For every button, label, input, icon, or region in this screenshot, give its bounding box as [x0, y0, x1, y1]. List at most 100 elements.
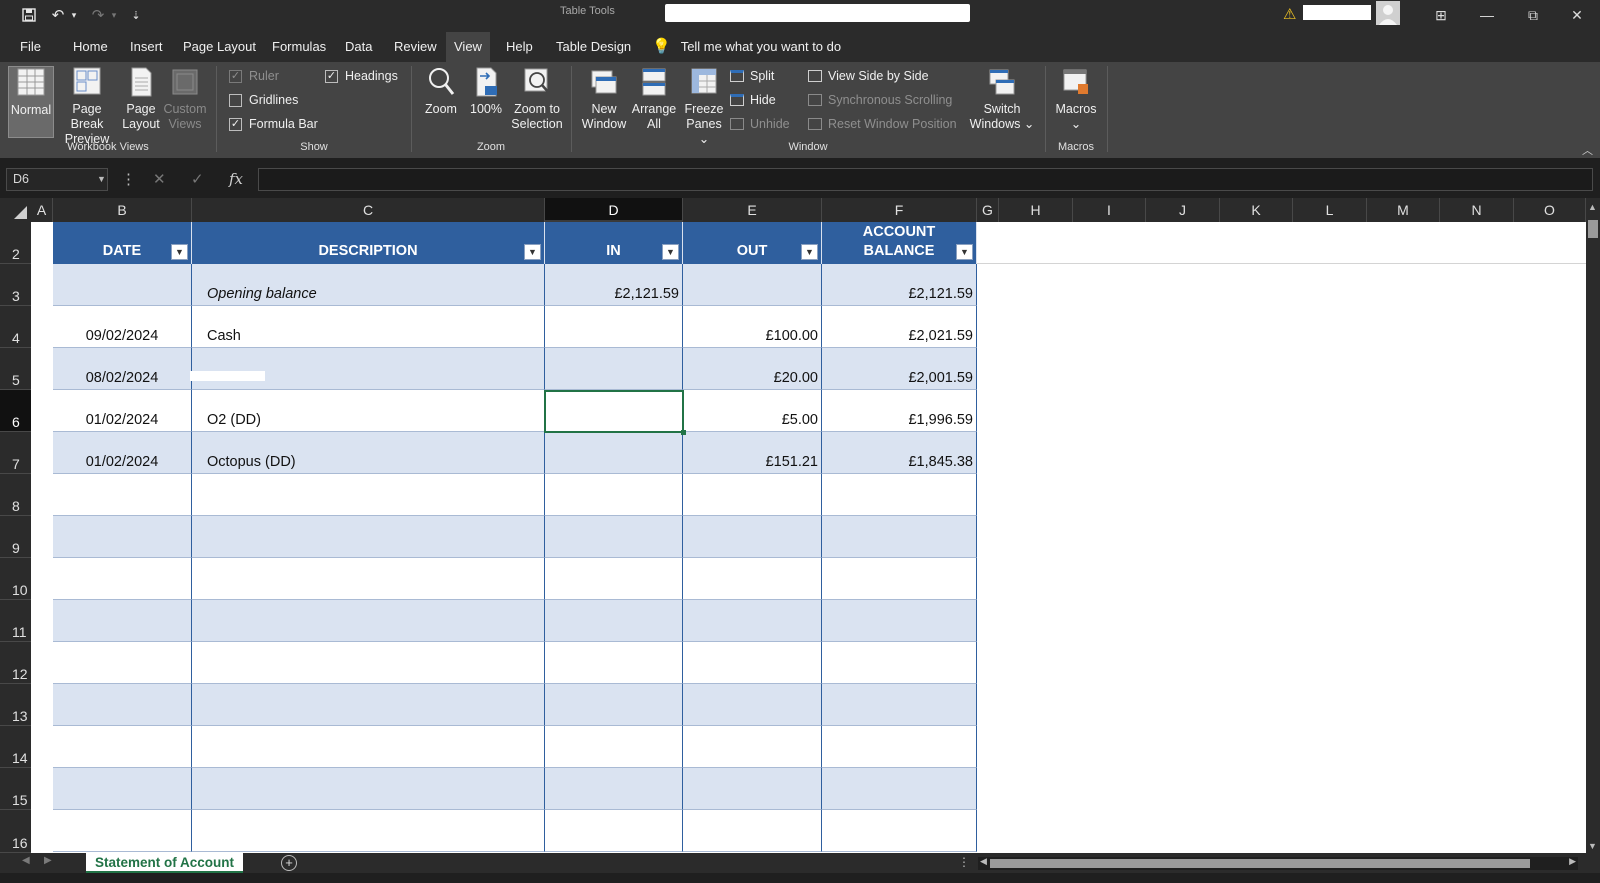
zoom-to-selection-button[interactable]: Zoom to Selection [507, 66, 567, 138]
cell-description[interactable] [192, 726, 545, 768]
column-header-m[interactable]: M [1367, 198, 1440, 222]
confirm-entry-icon[interactable]: ✓ [191, 168, 204, 191]
cell-out[interactable]: £20.00 [683, 348, 822, 390]
cell-balance[interactable] [822, 600, 977, 642]
cell-description[interactable] [192, 474, 545, 516]
cell-out[interactable] [683, 516, 822, 558]
cell-description[interactable] [192, 348, 545, 390]
tab-view[interactable]: View [446, 32, 490, 62]
reset-window-position-button[interactable]: Reset Window Position [808, 114, 957, 134]
sheet-prev-icon[interactable]: ◀ [22, 855, 30, 866]
horizontal-scrollbar[interactable]: ◀ ▶ [978, 856, 1578, 870]
cell-date[interactable]: 01/02/2024 [53, 390, 192, 432]
filter-dropdown-icon[interactable]: ▼ [171, 244, 188, 260]
formula-input[interactable] [258, 168, 1593, 191]
formula-bar-checkbox[interactable]: ✓ Formula Bar [229, 114, 318, 134]
header-description[interactable]: DESCRIPTION ▼ [192, 222, 545, 264]
undo-dropdown-icon[interactable]: ▾ [68, 3, 80, 27]
switch-windows-button[interactable]: Switch Windows ⌄ [966, 66, 1038, 138]
column-header-l[interactable]: L [1293, 198, 1367, 222]
cell-date[interactable] [53, 474, 192, 516]
cell-date[interactable] [53, 684, 192, 726]
tab-help[interactable]: Help [498, 32, 541, 62]
hide-button[interactable]: Hide [730, 90, 776, 110]
gridlines-checkbox[interactable]: Gridlines [229, 90, 298, 110]
cell-date[interactable]: 01/02/2024 [53, 432, 192, 474]
filter-dropdown-icon[interactable]: ▼ [956, 244, 973, 260]
tab-formulas[interactable]: Formulas [264, 32, 334, 62]
cell-balance[interactable]: £2,021.59 [822, 306, 977, 348]
cell-balance[interactable]: £2,001.59 [822, 348, 977, 390]
user-avatar[interactable] [1376, 1, 1400, 25]
row-header-13[interactable]: 13 [0, 684, 31, 726]
cell-description[interactable]: Opening balance [192, 264, 545, 306]
fill-handle[interactable] [681, 430, 686, 435]
cell-balance[interactable] [822, 474, 977, 516]
vertical-scrollbar[interactable]: ▲ ▼ [1586, 198, 1600, 853]
insert-function-icon[interactable]: fx [229, 168, 243, 191]
cell-date[interactable] [53, 516, 192, 558]
column-header-h[interactable]: H [999, 198, 1073, 222]
tab-table-design[interactable]: Table Design [548, 32, 639, 62]
scroll-up-icon[interactable]: ▲ [1588, 202, 1597, 212]
headings-checkbox[interactable]: ✓ Headings [325, 66, 398, 86]
macros-button[interactable]: Macros ⌄ [1052, 66, 1100, 138]
row-header-6[interactable]: 6 [0, 390, 31, 432]
cell-balance[interactable] [822, 516, 977, 558]
redacted-user-name[interactable] [1303, 5, 1371, 20]
cell-date[interactable]: 09/02/2024 [53, 306, 192, 348]
tab-home[interactable]: Home [65, 32, 116, 62]
cell-in[interactable] [545, 516, 683, 558]
header-account-balance[interactable]: ACCOUNT BALANCE ▼ [822, 222, 977, 264]
ruler-checkbox[interactable]: ✓ Ruler [229, 66, 279, 86]
synchronous-scrolling-button[interactable]: Synchronous Scrolling [808, 90, 952, 110]
cell-out[interactable] [683, 768, 822, 810]
row-header-2[interactable]: 2 [0, 222, 31, 264]
sheet-next-icon[interactable]: ▶ [44, 855, 52, 866]
tab-data[interactable]: Data [337, 32, 380, 62]
cell-in[interactable] [545, 306, 683, 348]
view-side-by-side-button[interactable]: View Side by Side [808, 66, 929, 86]
row-header-11[interactable]: 11 [0, 600, 31, 642]
collapse-ribbon-icon[interactable]: ︿ [1582, 142, 1593, 158]
row-header-7[interactable]: 7 [0, 432, 31, 474]
sheet-tab-statement-of-account[interactable]: Statement of Account [86, 853, 244, 873]
zoom-100-button[interactable]: 100% [466, 66, 506, 138]
horizontal-scroll-thumb[interactable] [990, 859, 1530, 868]
cell-description[interactable] [192, 558, 545, 600]
cell-description[interactable] [192, 642, 545, 684]
column-header-f[interactable]: F [822, 198, 977, 222]
select-all-corner[interactable] [0, 198, 31, 222]
filter-dropdown-icon[interactable]: ▼ [524, 244, 541, 260]
column-header-d[interactable]: D [545, 198, 683, 222]
header-in[interactable]: IN ▼ [545, 222, 683, 264]
cell-balance[interactable] [822, 558, 977, 600]
customize-qat-icon[interactable]: ⇣ [128, 3, 144, 27]
redo-icon[interactable]: ↷ [88, 3, 108, 27]
column-header-k[interactable]: K [1220, 198, 1293, 222]
cell-balance[interactable] [822, 642, 977, 684]
column-header-g[interactable]: G [977, 198, 999, 222]
cell-date[interactable] [53, 642, 192, 684]
cell-out[interactable] [683, 474, 822, 516]
add-sheet-icon[interactable]: + [281, 855, 297, 871]
row-header-3[interactable]: 3 [0, 264, 31, 306]
row-header-4[interactable]: 4 [0, 306, 31, 348]
cell-out[interactable] [683, 264, 822, 306]
formula-bar-grip-icon[interactable]: ⋮ [121, 168, 136, 191]
tab-split-grip-icon[interactable]: ⋮ [958, 855, 970, 869]
column-header-n[interactable]: N [1440, 198, 1514, 222]
cell-in[interactable] [545, 390, 683, 432]
cell-out[interactable]: £151.21 [683, 432, 822, 474]
row-header-15[interactable]: 15 [0, 768, 31, 810]
cell-in[interactable]: £2,121.59 [545, 264, 683, 306]
header-out[interactable]: OUT ▼ [683, 222, 822, 264]
minimize-button[interactable]: — [1464, 0, 1510, 30]
close-button[interactable]: ✕ [1554, 0, 1600, 30]
cell-in[interactable] [545, 432, 683, 474]
name-box[interactable]: D6 [6, 168, 108, 191]
cell-in[interactable] [545, 474, 683, 516]
column-header-a[interactable]: A [31, 198, 53, 222]
filter-dropdown-icon[interactable]: ▼ [662, 244, 679, 260]
column-header-i[interactable]: I [1073, 198, 1146, 222]
